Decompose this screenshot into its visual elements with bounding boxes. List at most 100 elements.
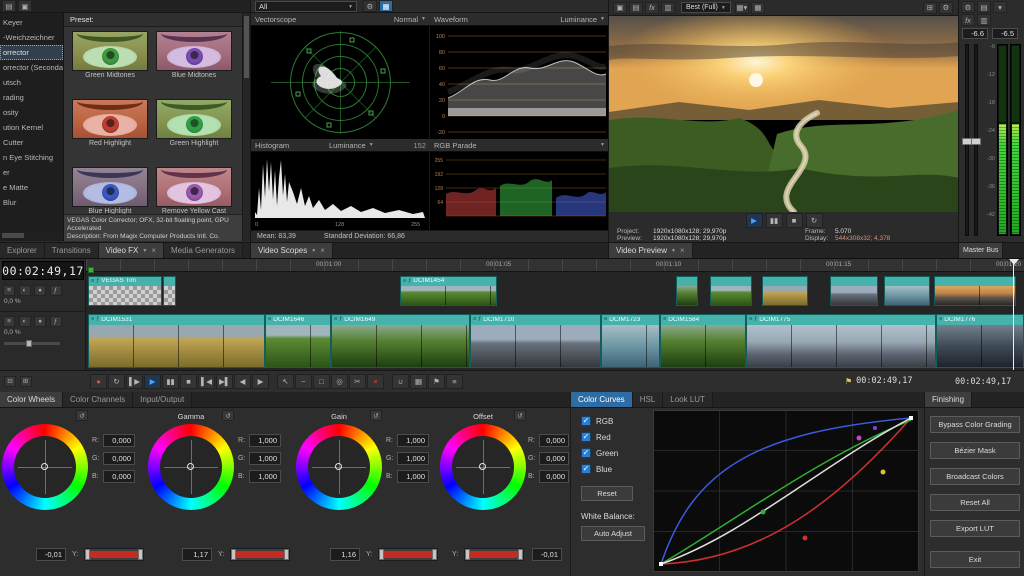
plugin-list-item[interactable]: ution Kernel	[0, 120, 63, 135]
zoom-tool-button[interactable]: ◎	[331, 374, 348, 389]
waveform-mode-dropdown[interactable]: Luminance ▼	[560, 15, 605, 24]
plugin-list-item[interactable]: rading	[0, 90, 63, 105]
plugin-list-item[interactable]: orrector (Secondary)	[0, 60, 63, 75]
track-level-slider[interactable]	[4, 340, 60, 347]
scope-settings-icon[interactable]: ⚙	[363, 0, 377, 12]
tab-master-bus[interactable]: Master Bus	[959, 243, 1004, 258]
mute-button[interactable]: ◐	[18, 316, 31, 327]
timecode-display[interactable]: 00:02:49,17	[2, 261, 84, 280]
bezier-mask-button[interactable]: Bézier Mask	[930, 442, 1020, 459]
grid-toggle-button[interactable]: ▦	[410, 374, 427, 389]
timeline-clip[interactable]: ≡ ƒ DCIM1454	[400, 276, 497, 306]
plugin-list-item[interactable]: utsch	[0, 75, 63, 90]
plugin-list-item-selected[interactable]: orrector	[0, 45, 63, 60]
preset-scrollbar[interactable]	[242, 13, 250, 241]
broadcast-colors-button[interactable]: Broadcast Colors	[930, 468, 1020, 485]
timeline-clip[interactable]	[830, 276, 878, 306]
auto-adjust-button[interactable]: Auto Adjust	[581, 526, 645, 541]
export-lut-button[interactable]: Export LUT	[930, 520, 1020, 537]
record-button[interactable]: ●	[90, 374, 107, 389]
meter-options-icon[interactable]: ▾	[993, 1, 1007, 13]
go-to-end-button[interactable]: ▶▌	[216, 374, 233, 389]
rgb-checkbox[interactable]: ✓	[581, 416, 591, 426]
g-value-field[interactable]: 0,000	[539, 452, 569, 465]
tab-explorer[interactable]: Explorer	[0, 243, 45, 258]
preview-settings-icon[interactable]: ⚙	[939, 1, 953, 14]
plugin-list-item[interactable]: e Matte	[0, 180, 63, 195]
bypass-color-grading-button[interactable]: Bypass Color Grading	[930, 416, 1020, 433]
bus-settings-icon[interactable]: ⚙	[961, 1, 975, 13]
grid-overlay-icon[interactable]: ▦	[750, 1, 765, 14]
gain-color-wheel[interactable]	[296, 424, 382, 510]
preset-thumbnail[interactable]: Blue Midtones	[156, 31, 232, 79]
preset-thumbnail[interactable]: Red Highlight	[72, 99, 148, 147]
curves-reset-button[interactable]: Reset	[581, 486, 633, 501]
reset-all-button[interactable]: Reset All	[930, 494, 1020, 511]
playhead[interactable]	[1013, 259, 1014, 371]
delete-button[interactable]: ×	[367, 374, 384, 389]
y-slider[interactable]	[84, 548, 144, 561]
timeline-clip[interactable]: ≡ ƒ DCIM1531	[88, 314, 265, 368]
timeline-clip[interactable]: ≡ DCIM1776	[936, 314, 1024, 368]
green-checkbox[interactable]: ✓	[581, 448, 591, 458]
tab-look-lut[interactable]: Look LUT	[663, 392, 713, 407]
split-screen-view-icon[interactable]: ▥	[661, 1, 675, 14]
project-video-properties-icon[interactable]: ▣	[613, 1, 627, 14]
timeline-clip[interactable]: ≡ DCIM1646	[265, 314, 331, 368]
timeline-marker[interactable]	[88, 267, 94, 273]
timeline-clip[interactable]	[884, 276, 930, 306]
y-slider[interactable]	[378, 548, 438, 561]
exit-button[interactable]: Exit	[930, 551, 1020, 568]
wheel-reset-icon[interactable]: ↺	[222, 410, 234, 421]
y-value-field[interactable]: -0,01	[532, 548, 562, 561]
close-icon[interactable]: ×	[151, 246, 156, 255]
track-fx-button[interactable]: ƒ	[49, 285, 62, 296]
y-slider[interactable]	[230, 548, 290, 561]
red-checkbox[interactable]: ✓	[581, 432, 591, 442]
timeline-clip[interactable]	[676, 276, 698, 306]
tab-hsl[interactable]: HSL	[632, 392, 664, 407]
offset-color-wheel[interactable]	[440, 424, 526, 510]
plugin-list-item[interactable]: osity	[0, 105, 63, 120]
envelope-tool-button[interactable]: ~	[295, 374, 312, 389]
timeline-clip[interactable]	[163, 276, 176, 306]
r-value-field[interactable]: 0,000	[103, 434, 135, 447]
curves-graph[interactable]	[653, 410, 919, 572]
previous-frame-button[interactable]: ◀	[234, 374, 251, 389]
y-value-field[interactable]: 1,16	[330, 548, 360, 561]
gamma-color-wheel[interactable]	[148, 424, 234, 510]
preview-quality-dropdown[interactable]: Best (Full) ▼	[681, 2, 731, 13]
timeline-clip[interactable]: ≡ ƒ DCIM1775	[746, 314, 936, 368]
preset-thumbnail[interactable]: Green Midtones	[72, 31, 148, 79]
preview-loop-button[interactable]: ↻	[805, 212, 823, 228]
track-fx-button[interactable]: ƒ	[49, 316, 62, 327]
split-button[interactable]: ✂	[349, 374, 366, 389]
y-slider[interactable]	[464, 548, 524, 561]
b-value-field[interactable]: 1,000	[249, 470, 281, 483]
timeline-clip[interactable]: ≡ DCIM1723	[601, 314, 660, 368]
r-value-field[interactable]: 1,000	[249, 434, 281, 447]
scope-layout-icon[interactable]: ▦	[379, 0, 393, 12]
chevron-down-icon[interactable]: ▼	[600, 142, 605, 148]
chevron-down-icon[interactable]: ▼	[671, 248, 676, 254]
close-icon[interactable]: ×	[320, 246, 325, 255]
playhead-handle[interactable]	[1009, 259, 1019, 265]
vectorscope-mode-dropdown[interactable]: Normal ▼	[394, 15, 426, 24]
b-value-field[interactable]: 0,000	[539, 470, 569, 483]
master-fx-button[interactable]: fx	[961, 14, 975, 26]
plugin-list-scrollbar[interactable]	[0, 232, 63, 239]
minimize-track-icon[interactable]: ⊟	[4, 375, 16, 387]
timeline-clip[interactable]: ≡ ƒ DCIM1649	[331, 314, 470, 368]
solo-button[interactable]: ●	[34, 316, 47, 327]
plugin-list-item[interactable]: n Eye Stitching	[0, 150, 63, 165]
tab-color-wheels[interactable]: Color Wheels	[0, 392, 64, 407]
snapshot-copy-icon[interactable]: ⊞	[923, 1, 937, 14]
tab-transitions[interactable]: Transitions	[44, 243, 99, 258]
timeline-ruler[interactable]	[86, 259, 1024, 272]
r-value-field[interactable]: 1,000	[397, 434, 429, 447]
tab-video-scopes[interactable]: Video Scopes ▼ ×	[251, 243, 333, 258]
timeline-clip[interactable]: ≡ DCIM1584	[660, 314, 746, 368]
track-menu-icon[interactable]: ≡	[3, 285, 15, 296]
end-timecode[interactable]: 00:02:49,17	[955, 377, 1011, 387]
external-monitor-icon[interactable]: ▤	[629, 1, 643, 14]
